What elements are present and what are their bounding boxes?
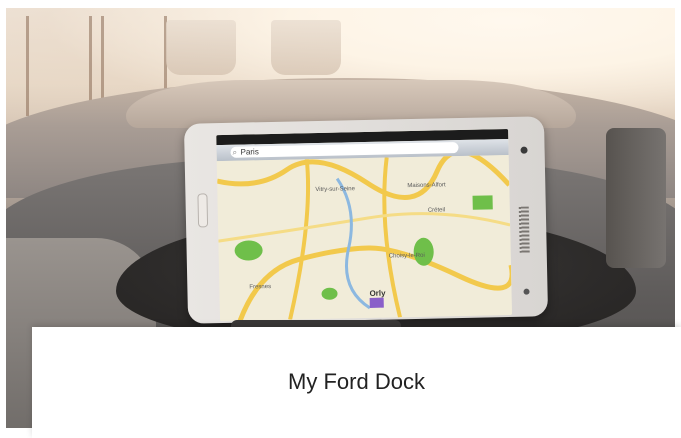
map-label: Créteil bbox=[428, 207, 445, 213]
search-icon: ⌕ bbox=[232, 147, 238, 157]
caption-card: My Ford Dock bbox=[32, 327, 681, 438]
search-text: Paris bbox=[240, 147, 259, 157]
camera-icon bbox=[520, 146, 528, 154]
planter bbox=[166, 20, 236, 75]
sensor bbox=[523, 288, 530, 295]
map-label: Vitry-sur-Seine bbox=[315, 186, 355, 193]
caption-title: My Ford Dock bbox=[288, 369, 425, 394]
map-city-label: Orly bbox=[369, 289, 386, 298]
map-label: Fresnes bbox=[249, 284, 271, 290]
planter bbox=[271, 20, 341, 75]
dock-arm bbox=[606, 128, 666, 268]
search-field: ⌕ Paris bbox=[230, 142, 459, 158]
smartphone: ⌕ Paris Vitry-sur-Seine Maisons-Alfort C… bbox=[183, 116, 549, 324]
home-button bbox=[197, 193, 209, 228]
speaker-grille bbox=[518, 206, 530, 253]
park bbox=[472, 195, 493, 210]
map-label: Choisy-le-Roi bbox=[389, 253, 425, 260]
map-view: Vitry-sur-Seine Maisons-Alfort Créteil F… bbox=[216, 154, 513, 322]
map-label: Maisons-Alfort bbox=[407, 182, 446, 189]
phone-screen: ⌕ Paris Vitry-sur-Seine Maisons-Alfort C… bbox=[216, 129, 513, 322]
airport bbox=[369, 297, 384, 308]
